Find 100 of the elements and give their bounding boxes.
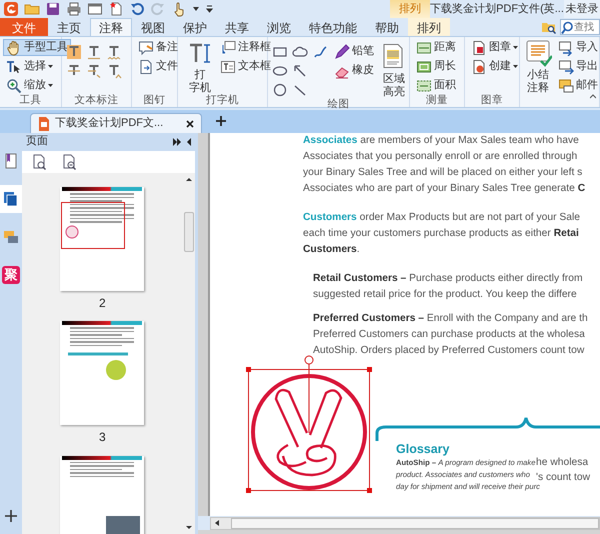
callout-icon	[220, 40, 236, 56]
ribbon-large-button[interactable]: 打 字机	[185, 39, 215, 94]
ribbon-tab[interactable]: 特色功能	[300, 18, 366, 36]
page-number: 2	[99, 296, 106, 310]
app-logo-icon[interactable]	[3, 1, 19, 17]
underline-text-icon[interactable]	[86, 44, 102, 60]
ribbon-tab[interactable]: 浏览	[258, 18, 300, 36]
ribbon-group-label: 绘图	[326, 98, 350, 111]
cloud-icon[interactable]	[292, 44, 308, 60]
text-select-icon	[6, 58, 22, 74]
sidebar-tab[interactable]	[0, 185, 22, 213]
circle-icon[interactable]	[272, 82, 288, 98]
ribbon-button[interactable]: 选择	[3, 58, 71, 75]
window-icon[interactable]	[87, 1, 103, 17]
context-tab-title: 排列	[390, 0, 430, 18]
save-icon[interactable]	[45, 1, 61, 17]
stamp-icon	[471, 40, 487, 56]
pencil-icon	[334, 44, 350, 60]
perimeter-icon	[416, 58, 432, 74]
export-icon	[558, 58, 574, 74]
scroll-up-icon[interactable]	[186, 177, 192, 182]
ribbon-tab[interactable]: 主页	[48, 18, 90, 36]
expand-panel-icon[interactable]	[173, 138, 181, 146]
file-menu-tab[interactable]: 文件	[0, 18, 48, 36]
ribbon-group-label: 测量	[425, 94, 449, 107]
ribbon-button[interactable]: 文本框	[217, 58, 274, 75]
add-icon[interactable]	[5, 510, 17, 522]
ribbon-tab[interactable]: 注释	[90, 18, 132, 36]
ribbon-group-label: 打字机	[205, 94, 240, 107]
collapse-panel-icon[interactable]	[186, 138, 192, 146]
paragraph: Customers order Max Products but are not part of your Sale each time your customers purchase products as either Retai Customers.	[303, 211, 582, 257]
import-icon	[558, 40, 574, 56]
highlight-text-icon[interactable]	[66, 44, 82, 60]
horizontal-scrollbar[interactable]	[210, 516, 600, 530]
panel-title: 页面	[26, 135, 48, 149]
pages-icon	[2, 191, 19, 207]
ribbon-button[interactable]: 铅笔	[331, 43, 377, 60]
undo-icon[interactable]	[129, 1, 145, 17]
ribbon-button[interactable]: 距离	[413, 39, 459, 56]
ribbon-tab[interactable]: 排列	[408, 18, 450, 36]
ribbon-group-label: 工具	[18, 94, 42, 107]
distance-icon	[416, 40, 432, 56]
ribbon-button[interactable]: 文件	[135, 58, 181, 75]
summary-icon	[524, 39, 552, 67]
print-icon[interactable]	[66, 1, 82, 17]
ribbon-button[interactable]: 导入	[555, 39, 600, 56]
account-status[interactable]: 未登录	[564, 0, 600, 18]
pdf-file-icon	[37, 116, 51, 132]
ribbon-button[interactable]: 图章	[468, 39, 521, 56]
new-tab-icon[interactable]	[216, 116, 226, 126]
ribbon-group-label: 文本标注	[74, 94, 120, 107]
comments-icon	[2, 229, 19, 245]
page-thumbnail[interactable]	[60, 456, 144, 534]
zoom-icon	[6, 78, 22, 94]
arrow-icon[interactable]	[292, 62, 308, 78]
area-icon	[416, 78, 432, 94]
pen-icon[interactable]	[312, 44, 328, 60]
glossary-title: Glossary	[396, 442, 451, 457]
scroll-down-icon[interactable]	[186, 525, 192, 530]
scroll-left-icon[interactable]	[215, 520, 219, 526]
paragraph: Associates are members of your Max Sales team who have Associates that you personally enroll or are enrolled through your Binary Sales Tree and will be placed on either your left s Associates who are part of your Binary Sales Tree generate C	[303, 134, 586, 196]
zoom-in-page-icon[interactable]	[32, 154, 48, 170]
circle-icon	[65, 224, 80, 238]
squiggly-text-icon[interactable]	[106, 44, 122, 60]
ribbon-tab[interactable]: 保护	[174, 18, 216, 36]
ribbon-button[interactable]: 缩放	[3, 77, 71, 94]
ribbon-tab[interactable]: 共享	[216, 18, 258, 36]
page-thumbnail[interactable]	[60, 321, 144, 426]
file-attach-icon	[138, 58, 154, 74]
ribbon-button[interactable]: 手型工具	[3, 39, 71, 56]
overlapping-text: he wholesa 's count tow	[536, 456, 590, 484]
bookmark-icon	[2, 153, 19, 169]
ribbon-tab[interactable]: 视图	[132, 18, 174, 36]
ribbon-button[interactable]: 创建	[468, 58, 521, 75]
ribbon-tab[interactable]: 帮助	[366, 18, 408, 36]
collapse-ribbon-icon[interactable]	[590, 94, 596, 100]
ribbon-button[interactable]: 注释框	[217, 39, 274, 56]
replace-text-icon[interactable]	[86, 62, 102, 78]
ribbon-button[interactable]: 导出	[555, 58, 600, 75]
ribbon-button[interactable]: 橡皮	[331, 62, 377, 79]
note-icon	[138, 40, 154, 56]
ribbon-large-button[interactable]: 小结 注释	[523, 39, 553, 94]
new-file-icon[interactable]	[108, 1, 124, 17]
page-number: 3	[99, 430, 106, 445]
ribbon-group-label: 图章	[480, 94, 504, 107]
zoom-out-page-icon[interactable]	[62, 154, 78, 170]
window-title: 下载奖金计划PDF文件(英...	[430, 2, 564, 17]
ribbon-group-label: 图钉	[142, 94, 166, 107]
mail-icon	[558, 78, 574, 94]
ribbon-large-button[interactable]: 区域 高亮	[379, 43, 409, 98]
ribbon-button[interactable]: 面积	[413, 77, 459, 94]
ribbon-button[interactable]: 邮件	[555, 77, 600, 94]
textbox-icon	[220, 58, 236, 74]
paragraph: Preferred Customers – Enroll with the Company and are th Preferred Customers can purchase products at the wholesa AutoShip. Orders placed by Preferred Customers count tow	[313, 312, 589, 358]
ribbon-button[interactable]: 备注	[135, 39, 181, 56]
close-icon[interactable]	[185, 118, 196, 128]
ribbon-button[interactable]: 周长	[413, 58, 459, 75]
document-tab[interactable]: 下载奖金计划PDF文...	[30, 113, 202, 133]
page-thumbnail[interactable]	[60, 187, 144, 291]
scrollbar-thumb[interactable]	[184, 212, 194, 252]
